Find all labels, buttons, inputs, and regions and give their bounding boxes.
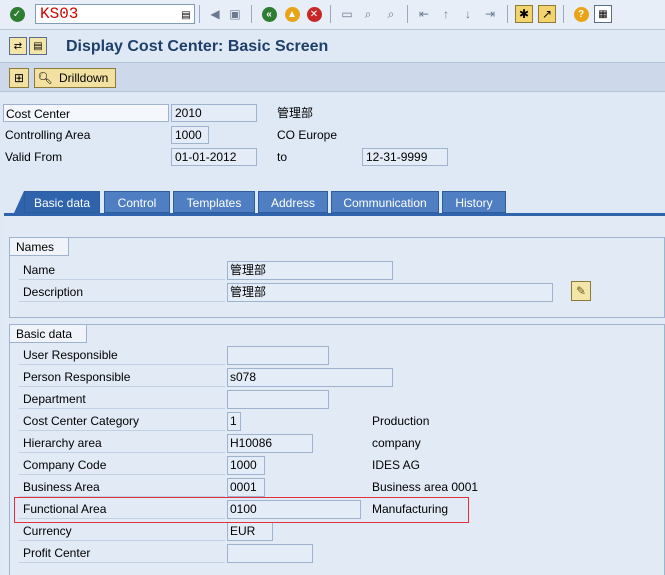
name-field[interactable]: 管理部 [227,261,393,280]
cost-center-field[interactable]: 2010 [171,104,257,122]
toolbar-separator [251,5,252,23]
title-bar: ⇄ ▤ Display Cost Center: Basic Screen [0,31,665,61]
tab-basic-data[interactable]: Basic data [24,191,100,213]
valid-from-label: Valid From [5,150,63,164]
business-area-description: Business area 0001 [372,480,479,494]
currency-field[interactable]: EUR [227,522,273,541]
to-label: to [277,150,288,164]
customize-layout-icon[interactable]: ▦ [594,5,612,23]
names-group-title: Names [10,238,70,256]
collapse-icon[interactable]: ◀ [206,5,224,23]
cost-center-category-label: Cost Center Category [19,411,225,431]
other-cost-center-icon[interactable]: ⇄ [9,37,27,55]
valid-to-field[interactable]: 12-31-9999 [362,148,448,166]
person-responsible-label: Person Responsible [19,367,225,387]
valid-from-field[interactable]: 01-01-2012 [171,148,257,166]
find-icon[interactable]: ⌕ [359,5,377,23]
back-icon[interactable]: « [260,5,278,23]
description-label: Description [19,282,225,302]
toolbar-separator [330,5,331,23]
save-icon[interactable]: ▣ [226,5,244,23]
toolbar-separator [563,5,564,23]
profit-center-field[interactable] [227,544,313,563]
functional-area-highlight [14,497,469,523]
toolbar-separator [199,5,200,23]
department-label: Department [19,389,225,409]
names-group: Names Name 管理部 Description 管理部 ✎ [9,237,665,318]
edit-text-icon[interactable]: ✎ [571,281,591,301]
system-toolbar: ✓ KS03 ▤ ◀ ▣ « ▲ ✕ ▭ ⌕ ⌕ ⇤ ↑ ↓ ⇥ ✱ ↗ ? ▦ [0,0,665,30]
tab-strip: Basic data Control Templates Address Com… [0,191,665,213]
controlling-area-field[interactable]: 1000 [171,126,209,144]
create-session-icon[interactable]: ✱ [515,5,533,23]
basic-data-group: Basic data User Responsible Person Respo… [9,324,665,575]
person-responsible-field[interactable]: s078 [227,368,393,387]
previous-page-icon[interactable]: ↑ [437,5,455,23]
hierarchy-area-description: company [372,436,421,450]
first-page-icon[interactable]: ⇤ [415,5,433,23]
cost-center-category-field[interactable]: 1 [227,412,241,431]
controlling-area-description: CO Europe [277,128,338,142]
cost-center-category-description: Production [372,414,430,428]
user-responsible-label: User Responsible [19,345,225,365]
tab-communication[interactable]: Communication [331,191,439,213]
department-field[interactable] [227,390,329,409]
profit-center-label: Profit Center [19,543,225,563]
cancel-icon[interactable]: ✕ [305,5,323,23]
company-code-description: IDES AG [372,458,421,472]
basic-data-group-title: Basic data [10,325,88,343]
tab-control[interactable]: Control [104,191,170,213]
name-label: Name [19,260,225,280]
tab-address[interactable]: Address [258,191,328,213]
description-field[interactable]: 管理部 [227,283,553,302]
tab-templates[interactable]: Templates [173,191,255,213]
command-history-icon[interactable]: ▤ [177,6,195,24]
hierarchy-area-label: Hierarchy area [19,433,225,453]
help-icon[interactable]: ? [572,5,590,23]
shortcut-icon[interactable]: ↗ [538,5,556,23]
drilldown-label: Drilldown [59,71,109,85]
currency-label: Currency [19,521,225,541]
enter-icon[interactable]: ✓ [8,5,26,23]
user-responsible-field[interactable] [227,346,329,365]
next-page-icon[interactable]: ↓ [459,5,477,23]
find-next-icon[interactable]: ⌕ [382,5,400,23]
command-field[interactable]: KS03 [35,4,195,24]
hierarchy-area-field[interactable]: H10086 [227,434,313,453]
toolbar-separator [407,5,408,23]
toolbar-separator [507,5,508,23]
drilldown-button[interactable]: 🔍︎ Drilldown [34,68,116,88]
company-code-field[interactable]: 1000 [227,456,265,475]
page-title: Display Cost Center: Basic Screen [66,38,329,55]
exit-icon[interactable]: ▲ [283,5,301,23]
business-area-field[interactable]: 0001 [227,478,265,497]
controlling-area-label: Controlling Area [5,128,91,142]
company-code-label: Company Code [19,455,225,475]
tab-history[interactable]: History [442,191,506,213]
hierarchy-icon[interactable]: ⊞ [9,68,29,88]
application-toolbar: ⊞ 🔍︎ Drilldown [0,62,665,92]
magnifier-icon: 🔍︎ [37,71,53,85]
tab-corner [14,191,24,213]
cost-center-description: 管理部 [277,106,314,120]
business-area-label: Business Area [19,477,225,497]
print-icon[interactable]: ▭ [338,5,356,23]
master-data-icon[interactable]: ▤ [29,37,47,55]
cost-center-label: Cost Center [3,104,169,122]
last-page-icon[interactable]: ⇥ [481,5,499,23]
